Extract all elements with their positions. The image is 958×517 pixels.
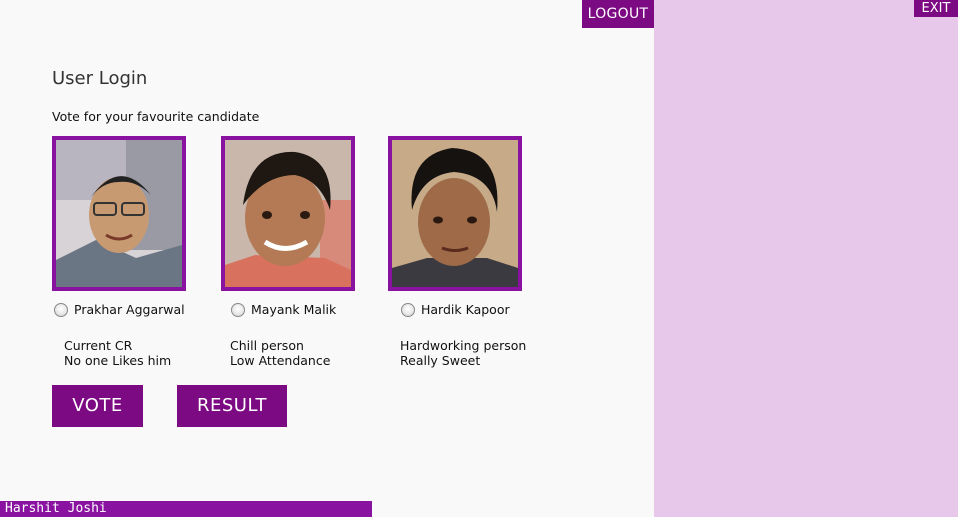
candidate-option-2[interactable]: Mayank Malik [231,302,336,317]
footer-author: Harshit Joshi [0,501,372,517]
candidate-photo-3 [388,136,522,291]
candidate-desc-line-2: No one Likes him [64,353,172,368]
side-panel [654,0,958,517]
candidate-desc-line-1: Current CR [64,338,133,353]
candidate-radio-3[interactable] [401,302,415,317]
candidate-card-1: Prakhar Aggarwal Current CR No one Likes… [52,136,186,368]
candidate-name-2: Mayank Malik [251,302,337,317]
candidate-card-2: Mayank Malik Chill person Low Attendance [221,136,355,368]
candidate-photo-2 [221,136,355,291]
vote-instruction: Vote for your favourite candidate [52,109,260,124]
candidate-option-1[interactable]: Prakhar Aggarwal [54,302,185,317]
candidate-radio-2[interactable] [231,302,245,317]
candidate-description-2: Chill person Low Attendance [230,338,330,368]
candidate-description-3: Hardworking person Really Sweet [400,338,526,368]
candidate-name-1: Prakhar Aggarwal [74,302,185,317]
vote-button[interactable]: VOTE [52,385,143,427]
candidate-desc-line-2: Low Attendance [230,353,331,368]
candidate-radio-1[interactable] [54,302,68,317]
candidate-card-3: Hardik Kapoor Hardworking person Really … [388,136,526,368]
candidate-name-3: Hardik Kapoor [421,302,510,317]
exit-button[interactable]: EXIT [914,0,958,17]
candidate-desc-line-1: Hardworking person [400,338,527,353]
logout-button[interactable]: LOGOUT [582,0,654,28]
result-button[interactable]: RESULT [177,385,287,427]
candidate-option-3[interactable]: Hardik Kapoor [401,302,510,317]
candidate-desc-line-2: Really Sweet [400,353,481,368]
page-title: User Login [52,68,148,89]
candidate-desc-line-1: Chill person [230,338,304,353]
candidate-description-1: Current CR No one Likes him [64,338,171,368]
candidate-photo-1 [52,136,186,291]
